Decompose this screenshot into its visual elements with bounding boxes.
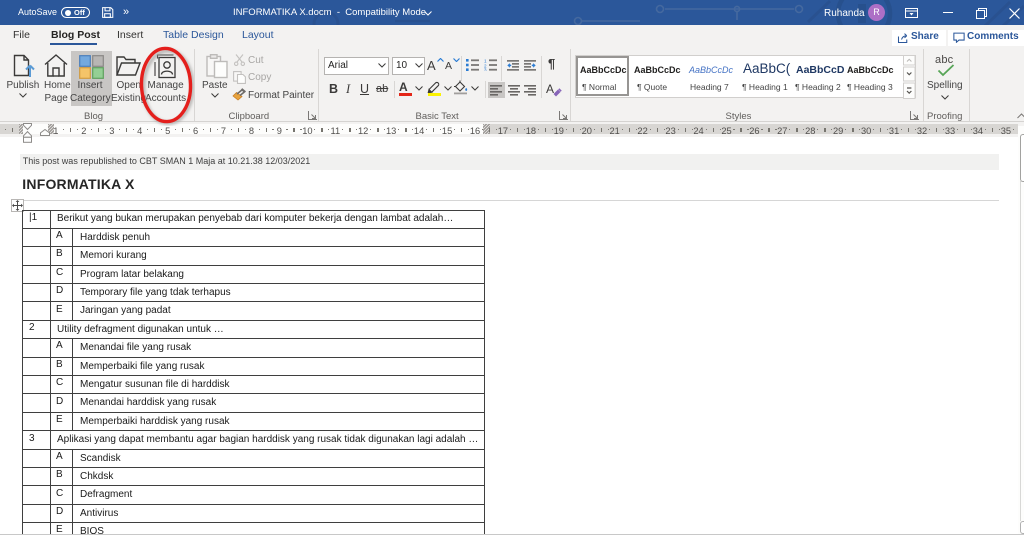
svg-text:3: 3 (484, 67, 487, 71)
